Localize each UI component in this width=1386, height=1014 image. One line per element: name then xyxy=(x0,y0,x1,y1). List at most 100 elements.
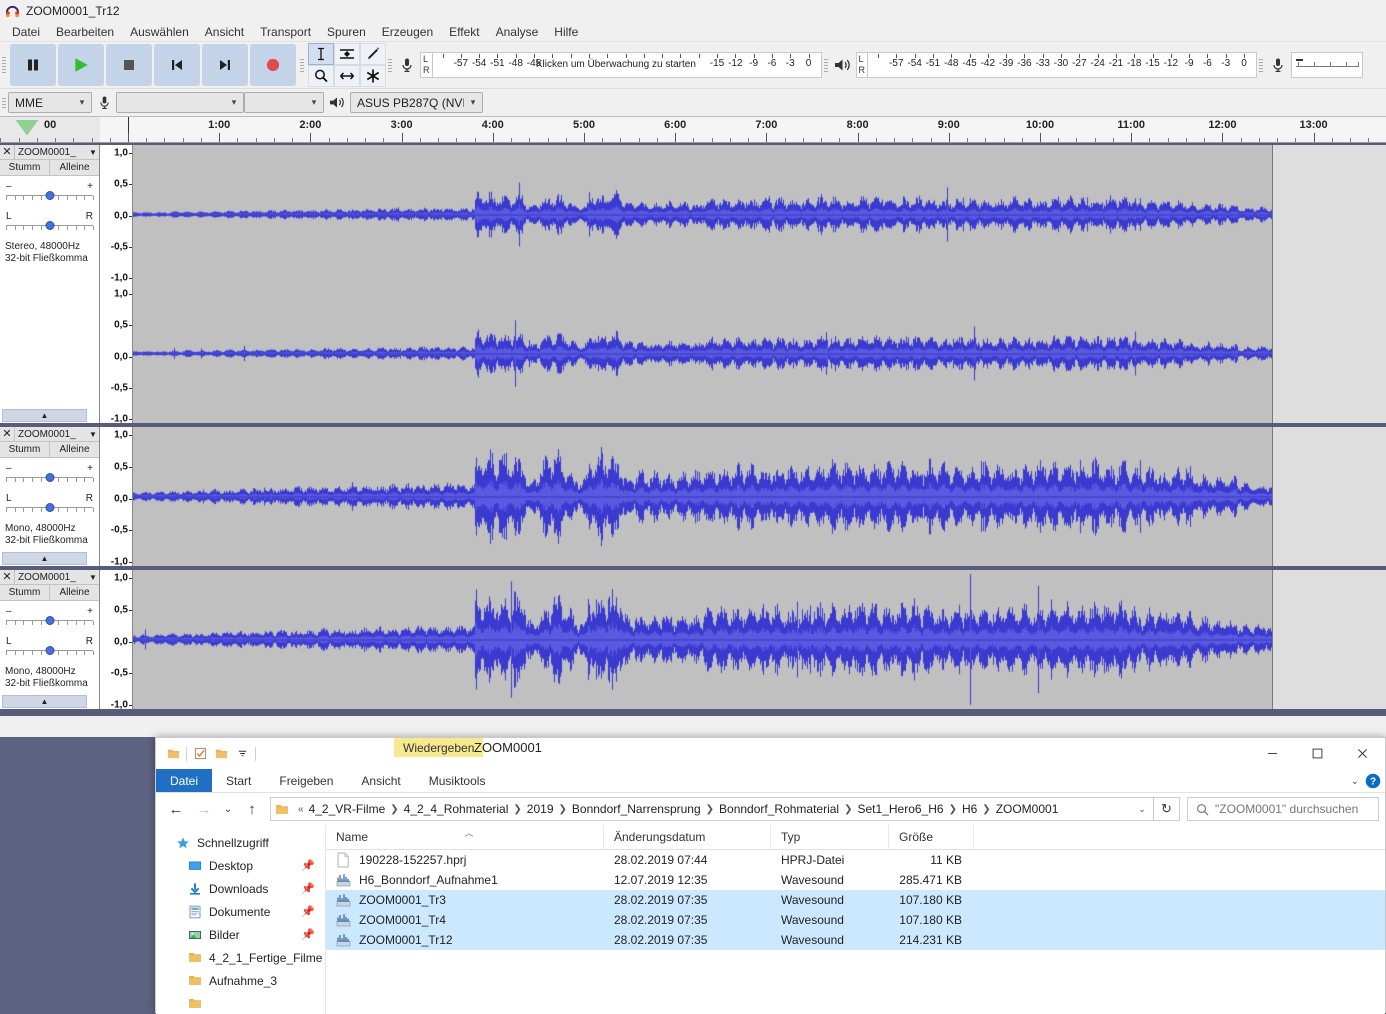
tools-toolbar-grip[interactable] xyxy=(298,42,306,88)
column-header-name[interactable]: ︿ Name xyxy=(326,825,604,850)
ribbon-expand-chevron-down-icon[interactable]: ⌄ xyxy=(1351,776,1359,787)
table-row[interactable]: ZOOM0001_Tr3 28.02.2019 07:35 Wavesound … xyxy=(326,890,1385,910)
breadcrumb-1[interactable]: 4_2_4_Rohmaterial xyxy=(404,802,509,816)
nav-item-dokumente[interactable]: Dokumente 📌 xyxy=(156,900,325,923)
play-meter-scale[interactable]: -57 -54 -51 -48 -45 -42 -39 -36 -33 -30 -27 -24 -21-… xyxy=(867,52,1257,78)
recording-channels-select[interactable]: ▾ xyxy=(244,92,324,113)
menu-spuren[interactable]: Spuren xyxy=(319,23,374,41)
timeshift-tool-button[interactable] xyxy=(334,65,360,87)
ribbon-tab-musiktools[interactable]: Musiktools xyxy=(415,769,500,792)
skip-to-end-button[interactable] xyxy=(202,44,248,86)
track-resize-handle-1[interactable]: ▲ xyxy=(2,409,87,422)
gain-slider-2[interactable]: – + xyxy=(5,463,94,489)
pan-slider-thumb-3[interactable] xyxy=(45,646,54,655)
maximize-button[interactable] xyxy=(1295,738,1340,769)
menu-erzeugen[interactable]: Erzeugen xyxy=(374,23,441,41)
track-solo-button-1[interactable]: Alleine xyxy=(50,160,99,175)
nav-item-schnellzugriff[interactable]: Schnellzugriff xyxy=(156,831,325,854)
back-button[interactable]: ← xyxy=(162,796,190,822)
track-resize-handle-2[interactable]: ▲ xyxy=(2,552,87,565)
track-mute-button-2[interactable]: Stumm xyxy=(0,442,50,457)
menu-auswaehlen[interactable]: Auswählen xyxy=(122,23,197,41)
search-box[interactable]: "ZOOM0001" durchsuchen xyxy=(1187,797,1379,821)
breadcrumb-prefix[interactable]: « xyxy=(293,804,309,815)
track-name-2[interactable]: ZOOM0001_ xyxy=(15,429,87,440)
breadcrumb-5[interactable]: Set1_Hero6_H6 xyxy=(858,802,944,816)
audio-clip-1a[interactable] xyxy=(133,145,1273,423)
ribbon-tab-datei[interactable]: Datei xyxy=(156,769,213,792)
zoom-tool-button[interactable] xyxy=(308,65,334,87)
address-breadcrumb-field[interactable]: « 4_2_VR-Filme ❯ 4_2_4_Rohmaterial ❯ 201… xyxy=(270,797,1154,821)
audio-host-select[interactable]: MME ▾ xyxy=(8,92,92,113)
track-menu-chevron-down-icon-3[interactable]: ▼ xyxy=(87,573,99,582)
pan-slider-thumb-2[interactable] xyxy=(45,503,54,512)
track-mute-button-1[interactable]: Stumm xyxy=(0,160,50,175)
timeline-ruler[interactable]: 00 1:00 2:00 3:00 4:00 5:00 6:00 7:00 8:00 9:00 1… xyxy=(0,117,1386,143)
menu-bearbeiten[interactable]: Bearbeiten xyxy=(48,23,122,41)
ribbon-tab-freigeben[interactable]: Freigeben xyxy=(265,769,347,792)
breadcrumb-chevron-3[interactable]: ❯ xyxy=(701,804,719,815)
playback-pin-icon[interactable] xyxy=(16,120,38,135)
multi-tool-button[interactable] xyxy=(360,65,386,87)
menu-effekt[interactable]: Effekt xyxy=(441,23,487,41)
forward-button[interactable]: → xyxy=(190,796,218,822)
track-close-button-1[interactable]: ✕ xyxy=(0,145,15,159)
breadcrumb-chevron-1[interactable]: ❯ xyxy=(508,804,526,815)
folder-icon[interactable] xyxy=(165,746,181,762)
gain-slider-1[interactable]: – + xyxy=(5,181,94,207)
table-row[interactable]: ZOOM0001_Tr12 28.02.2019 07:35 Wavesound… xyxy=(326,930,1385,950)
customize-qat-chevron-down-icon[interactable] xyxy=(234,746,250,762)
mixer-input-slider[interactable] xyxy=(1291,52,1363,78)
track-solo-button-3[interactable]: Alleine xyxy=(50,585,99,600)
breadcrumb-chevron-4[interactable]: ❯ xyxy=(839,804,857,815)
pan-slider-thumb-1[interactable] xyxy=(45,221,54,230)
menu-analyse[interactable]: Analyse xyxy=(488,23,547,41)
pin-icon-desktop[interactable]: 📌 xyxy=(301,859,315,872)
nav-item-aufnahme-3[interactable]: Aufnahme_3 xyxy=(156,969,325,992)
nav-item-bilder[interactable]: Bilder 📌 xyxy=(156,923,325,946)
recording-device-select[interactable]: ▾ xyxy=(116,92,244,113)
track-close-button-3[interactable]: ✕ xyxy=(0,570,15,584)
minimize-button[interactable] xyxy=(1250,738,1295,769)
gain-slider-thumb-1[interactable] xyxy=(45,191,54,200)
skip-to-start-button[interactable] xyxy=(154,44,200,86)
nav-item-partial[interactable] xyxy=(156,992,325,1014)
track-name-3[interactable]: ZOOM0001_ xyxy=(15,572,87,583)
breadcrumb-0[interactable]: 4_2_VR-Filme xyxy=(309,802,386,816)
gain-slider-thumb-3[interactable] xyxy=(45,616,54,625)
pause-button[interactable] xyxy=(10,44,56,86)
breadcrumb-4[interactable]: Bonndorf_Rohmaterial xyxy=(719,802,839,816)
record-meter-scale[interactable]: -57 -54 -51 -48 -45 -15 -12 -9 -6 -3 0 Klicken um … xyxy=(431,52,822,78)
playback-meter-toolbar[interactable]: L R -57 -54 -51 -48 -45 -42 -39 -36 -33 -30 -27 -24… xyxy=(830,50,1257,80)
table-row[interactable]: 190228-152257.hprj 28.02.2019 07:44 HPRJ… xyxy=(326,850,1385,870)
ribbon-tab-ansicht[interactable]: Ansicht xyxy=(347,769,414,792)
pin-icon-dokumente[interactable]: 📌 xyxy=(301,905,315,918)
table-row[interactable]: ZOOM0001_Tr4 28.02.2019 07:35 Wavesound … xyxy=(326,910,1385,930)
track-close-button-2[interactable]: ✕ xyxy=(0,427,15,441)
pan-slider-2[interactable]: L R xyxy=(5,493,94,519)
envelope-tool-button[interactable] xyxy=(334,43,360,65)
breadcrumb-2[interactable]: 2019 xyxy=(527,802,554,816)
refresh-button[interactable]: ↻ xyxy=(1154,797,1180,821)
gain-slider-3[interactable]: – + xyxy=(5,606,94,632)
playback-device-select[interactable]: ASUS PB287Q (NVIDIA ▾ xyxy=(350,92,483,113)
waveform-panel-2[interactable] xyxy=(133,427,1386,566)
menu-ansicht[interactable]: Ansicht xyxy=(197,23,252,41)
column-header-size[interactable]: Größe xyxy=(889,825,974,850)
pin-icon-downloads[interactable]: 📌 xyxy=(301,882,315,895)
breadcrumb-chevron-5[interactable]: ❯ xyxy=(944,804,962,815)
up-button[interactable]: ↑ xyxy=(238,796,266,822)
audio-clip-3[interactable] xyxy=(133,570,1273,709)
menu-hilfe[interactable]: Hilfe xyxy=(546,23,586,41)
breadcrumb-7[interactable]: ZOOM0001 xyxy=(996,802,1059,816)
new-folder-icon[interactable] xyxy=(213,746,229,762)
track-solo-button-2[interactable]: Alleine xyxy=(50,442,99,457)
play-button[interactable] xyxy=(58,44,104,86)
device-toolbar-grip[interactable] xyxy=(0,92,8,113)
stop-button[interactable] xyxy=(106,44,152,86)
waveform-panel-1a[interactable] xyxy=(133,145,1386,423)
ribbon-tab-start[interactable]: Start xyxy=(212,769,265,792)
properties-icon[interactable] xyxy=(192,746,208,762)
record-meter-grip[interactable] xyxy=(386,42,394,88)
address-dropdown-chevron-down-icon[interactable]: ⌄ xyxy=(1131,804,1153,815)
